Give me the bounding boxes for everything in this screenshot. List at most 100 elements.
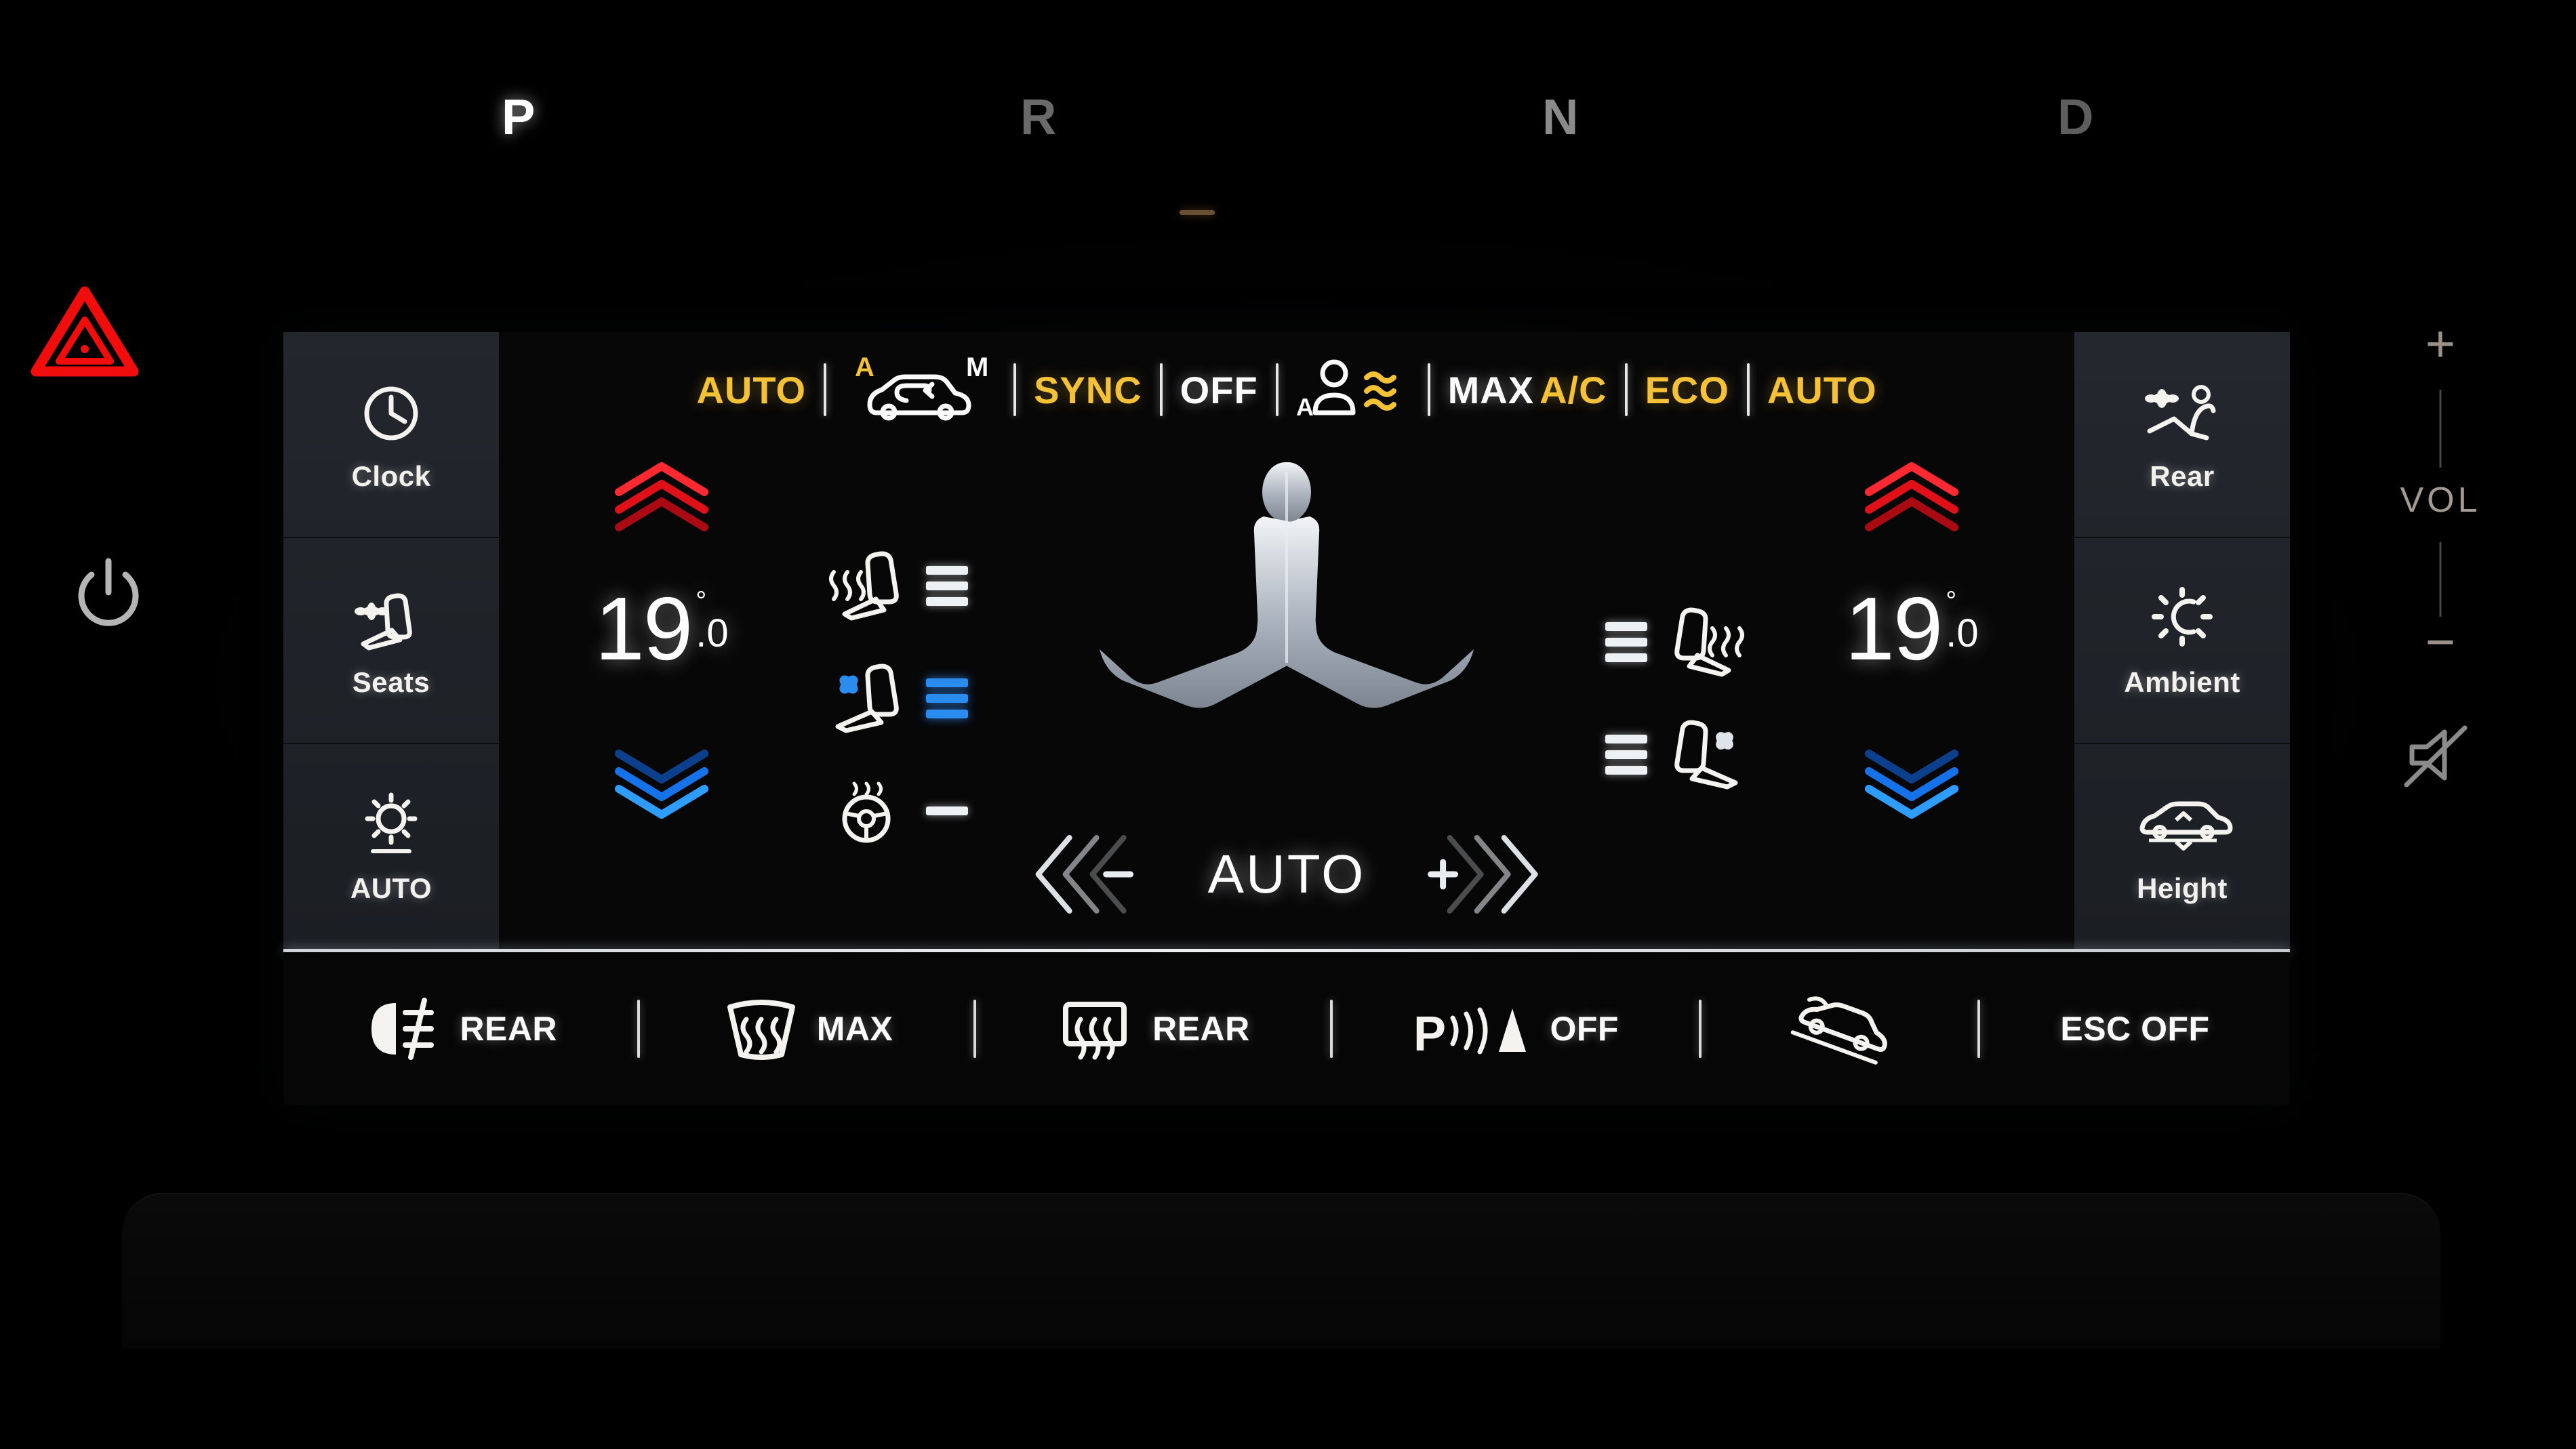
park-assist-label: OFF bbox=[1550, 1009, 1619, 1048]
seat-heater-icon bbox=[829, 551, 899, 621]
hill-descent-button[interactable] bbox=[1782, 992, 1897, 1066]
volume-down-button[interactable]: − bbox=[2426, 617, 2455, 668]
svg-text:M: M bbox=[966, 352, 988, 382]
climate-main-area: AUTO A M SYNC OFF A MAX A/C ECO AUTO 19 … bbox=[499, 332, 2074, 949]
passenger-temp-suffix: ° .0 bbox=[1946, 586, 1979, 655]
center-console-screen: P R N D + VOL − Clock Seats AUTO AUTO A … bbox=[0, 0, 2576, 1449]
chevron-up-icon bbox=[615, 462, 708, 531]
esc-off-button[interactable]: ESC OFF bbox=[2060, 1009, 2209, 1048]
sidebar-item-label: Height bbox=[2137, 872, 2228, 904]
passenger-seat-ventilation-level bbox=[1605, 734, 1647, 775]
passenger-temp-integer: 19 bbox=[1845, 579, 1943, 678]
sidebar-item-seats[interactable]: Seats bbox=[283, 538, 499, 744]
passenger-temp-degree: ° bbox=[1946, 586, 1957, 616]
chevron-left-stack-icon bbox=[1035, 835, 1134, 914]
level-bar bbox=[1605, 653, 1647, 662]
chevron-down-icon bbox=[1865, 750, 1958, 819]
air-quality-ionizer-button[interactable]: A bbox=[1279, 353, 1428, 426]
climate-display: Clock Seats AUTO AUTO A M SYNC OFF A MAX… bbox=[283, 332, 2290, 1105]
gear-position-d: D bbox=[2057, 89, 2095, 145]
sidebar-item-label: Clock bbox=[351, 460, 431, 492]
sidebar-item-clock[interactable]: Clock bbox=[283, 332, 499, 538]
windshield-defrost-button[interactable]: MAX bbox=[721, 995, 893, 1063]
sidebar-item-ambient[interactable]: Ambient bbox=[2074, 538, 2290, 744]
ambient-light-icon bbox=[2145, 582, 2219, 657]
ac-label: A/C bbox=[1539, 368, 1607, 411]
sidebar-item-label: Rear bbox=[2150, 460, 2215, 492]
driver-temperature-zone: 19 ° .0 bbox=[499, 447, 824, 949]
clock-icon bbox=[359, 376, 424, 451]
passenger-seat-heater-level bbox=[1605, 621, 1647, 662]
chevron-right-stack-icon bbox=[1427, 835, 1538, 914]
passenger-seat-heater[interactable] bbox=[1525, 601, 1749, 682]
volume-label: VOL bbox=[2400, 481, 2481, 520]
volume-up-button[interactable]: + bbox=[2426, 319, 2455, 370]
driver-temp-fraction: .0 bbox=[696, 611, 729, 655]
sidebar-item-rear[interactable]: Rear bbox=[2074, 332, 2290, 538]
vehicle-function-bar: REAR MAX REAR P OFF ESC OFF bbox=[283, 952, 2290, 1105]
sidebar-item-height[interactable]: Height bbox=[2074, 744, 2290, 949]
vehicle-height-icon bbox=[2131, 788, 2233, 863]
volume-track-lower bbox=[2439, 542, 2442, 617]
mute-icon bbox=[2404, 725, 2468, 788]
rear-seat-climate-icon bbox=[2141, 376, 2223, 451]
fan-speed-increase-button[interactable] bbox=[1403, 832, 1539, 916]
passenger-seat-ventilation[interactable] bbox=[1525, 714, 1749, 795]
climate-body: 19 ° .0 AUTO 19 ° .0 bbox=[499, 447, 2074, 949]
power-icon bbox=[78, 558, 139, 626]
rear-fog-light-button[interactable]: REAR bbox=[363, 996, 557, 1061]
driver-temperature-value[interactable]: 19 ° .0 bbox=[595, 584, 729, 673]
steering-wheel-heater[interactable] bbox=[824, 770, 1048, 851]
level-bar bbox=[1605, 750, 1647, 759]
driver-temp-down-button[interactable] bbox=[611, 739, 712, 819]
left-sidebar: Clock Seats AUTO bbox=[283, 332, 499, 949]
gear-position-p: P bbox=[502, 89, 537, 145]
auto-defog-button[interactable]: AUTO bbox=[1750, 368, 1895, 412]
esc-off-label: ESC OFF bbox=[2060, 1009, 2210, 1048]
mute-button[interactable] bbox=[2400, 718, 2481, 793]
fan-blades bbox=[839, 675, 858, 694]
sidebar-item-brightness-auto[interactable]: AUTO bbox=[283, 744, 499, 949]
seat-ventilation-icon bbox=[835, 664, 899, 733]
park-assist-icon: P bbox=[1413, 1007, 1526, 1061]
sync-button[interactable]: SYNC bbox=[1016, 368, 1160, 412]
rear-fog-label: REAR bbox=[460, 1009, 558, 1048]
fan-blades bbox=[1716, 732, 1733, 750]
eco-button[interactable]: ECO bbox=[1628, 368, 1747, 412]
steering-wheel-heater-level bbox=[926, 806, 968, 815]
recirculation-car-icon: A M bbox=[855, 352, 988, 421]
park-assist-button[interactable]: P OFF bbox=[1413, 996, 1619, 1061]
bottom-bar-divider bbox=[1699, 999, 1702, 1058]
bottom-bar-divider bbox=[1977, 999, 1981, 1058]
brightness-auto-icon bbox=[354, 788, 428, 863]
hill-descent-icon bbox=[1790, 996, 1887, 1065]
svg-text:A: A bbox=[1296, 393, 1314, 421]
passenger-temperature-value[interactable]: 19 ° .0 bbox=[1845, 579, 1979, 678]
sync-label: SYNC bbox=[1034, 368, 1142, 411]
driver-seat-ventilation-level bbox=[926, 678, 968, 718]
console-lower-lip bbox=[122, 1193, 2440, 1349]
power-button[interactable] bbox=[71, 556, 146, 630]
bottom-bar-divider bbox=[637, 999, 641, 1058]
level-bar bbox=[926, 678, 968, 687]
auto-climate-button[interactable]: AUTO bbox=[679, 368, 824, 412]
driver-temp-up-button[interactable] bbox=[611, 462, 712, 542]
air-recirculation-button[interactable]: A M bbox=[826, 352, 1013, 426]
steering-wheel-heater-icon bbox=[842, 781, 891, 843]
passenger-temp-up-button[interactable] bbox=[1861, 462, 1963, 542]
driver-temp-suffix: ° .0 bbox=[696, 586, 729, 655]
seat-ventilation-icon bbox=[1674, 720, 1738, 790]
level-bar bbox=[926, 581, 968, 590]
level-bar bbox=[926, 565, 968, 575]
rear-defrost-button[interactable]: REAR bbox=[1056, 995, 1250, 1063]
chevron-up-icon bbox=[1865, 462, 1958, 531]
climate-off-button[interactable]: OFF bbox=[1163, 368, 1276, 412]
sidebar-item-label: Seats bbox=[352, 666, 430, 698]
fan-speed-decrease-button[interactable] bbox=[1034, 832, 1170, 916]
passenger-temp-fraction: .0 bbox=[1946, 611, 1979, 655]
passenger-temp-down-button[interactable] bbox=[1861, 739, 1963, 819]
sidebar-item-label: AUTO bbox=[350, 872, 432, 904]
max-label: MAX bbox=[1447, 368, 1535, 411]
hazard-light-button[interactable] bbox=[31, 285, 139, 380]
max-ac-button[interactable]: MAX A/C bbox=[1430, 368, 1625, 412]
